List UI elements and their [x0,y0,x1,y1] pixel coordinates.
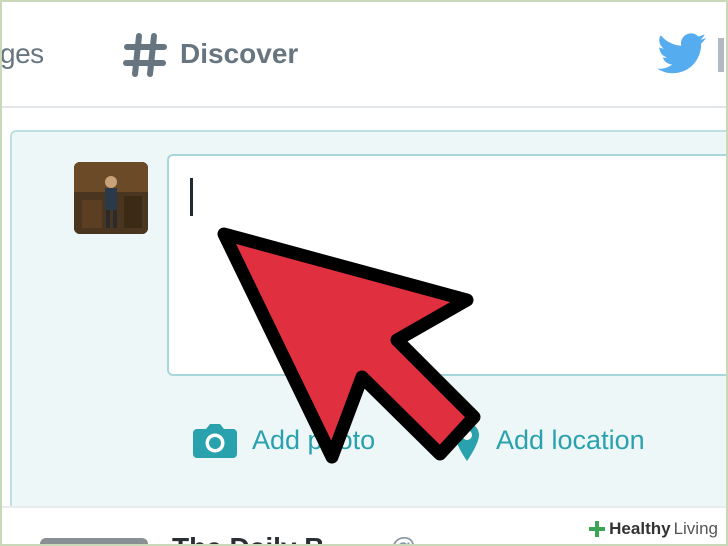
watermark-living: Living [673,519,718,538]
feed-divider [2,506,726,508]
add-photo-button[interactable]: Add photo [252,425,375,456]
tweet-input[interactable] [167,154,726,376]
add-location-button[interactable]: Add location [496,425,645,456]
map-pin-icon[interactable] [454,422,480,462]
camera-icon[interactable] [191,422,239,460]
feed-avatar[interactable] [40,538,148,544]
watermark: Healthy Living [584,516,724,542]
watermark-healthy: Healthy [609,519,671,538]
top-navigation: ges Discover [2,2,726,108]
feed-user-handle: @... [390,532,438,544]
twitter-bird-icon[interactable] [657,32,707,76]
plus-icon [589,521,606,537]
nav-messages[interactable]: ges [2,38,44,70]
avatar[interactable] [74,162,148,234]
feed-user-name[interactable]: The Daily B.. [172,532,340,544]
hashtag-icon[interactable] [122,32,168,78]
text-cursor [190,178,193,216]
nav-discover[interactable]: Discover [180,38,298,70]
nav-edge-item [718,38,724,72]
screenshot-frame: ges Discover Add photo Add location Heal… [0,0,728,546]
